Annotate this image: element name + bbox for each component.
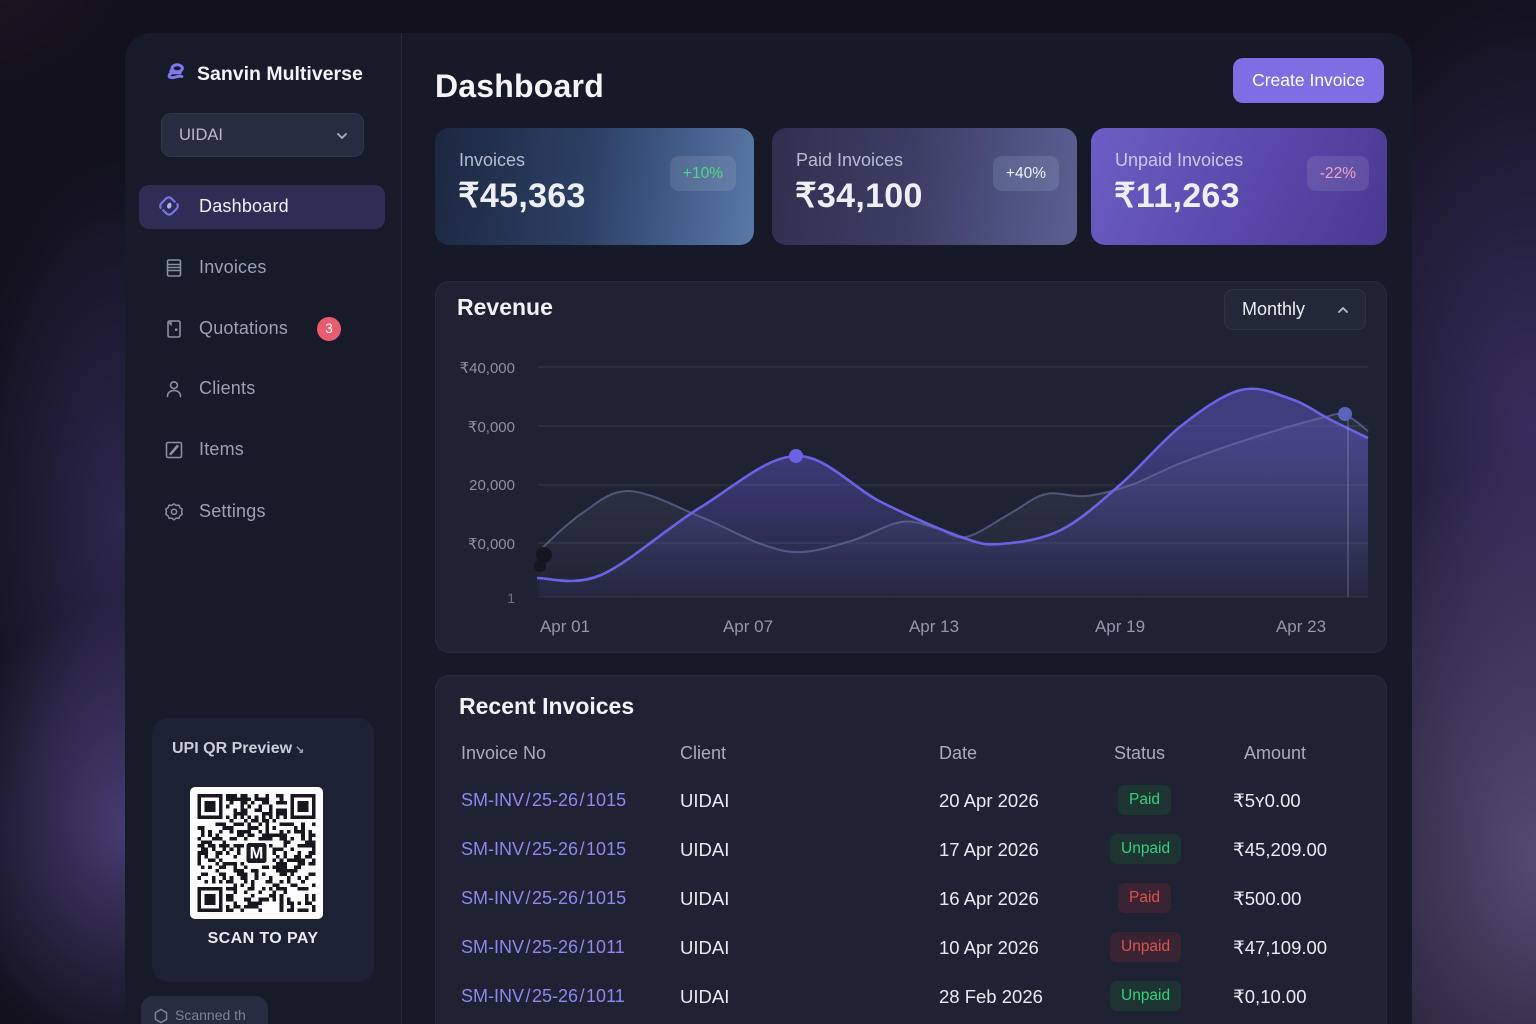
svg-text:M: M (250, 844, 264, 862)
